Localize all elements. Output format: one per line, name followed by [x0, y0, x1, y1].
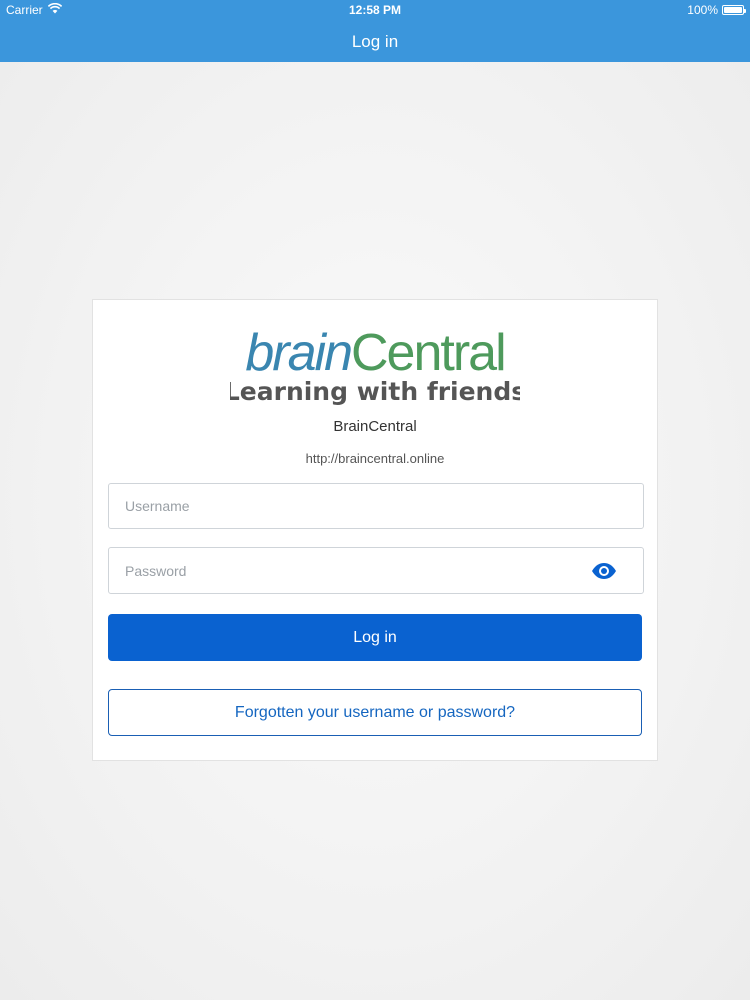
site-url: http://braincentral.online	[305, 451, 445, 466]
nav-bar: Log in	[0, 22, 750, 62]
svg-text:brainCentral: brainCentral	[245, 326, 504, 382]
site-name: BrainCentral	[333, 418, 417, 435]
page-title: Log in	[351, 32, 399, 51]
username-field	[108, 483, 644, 529]
battery-icon	[722, 5, 746, 15]
password-input[interactable]	[109, 548, 643, 593]
login-card: brainCentral Learning with friends Brain…	[92, 299, 658, 761]
status-bar: Carrier 12:58 PM 100%	[0, 0, 750, 22]
forgot-credentials-button[interactable]: Forgotten your username or password?	[108, 689, 642, 736]
eye-icon[interactable]	[591, 562, 617, 580]
battery-percent: 100%	[687, 3, 718, 17]
status-right: 100%	[687, 3, 746, 17]
battery-fill	[724, 7, 742, 13]
password-field	[108, 547, 644, 594]
status-time: 12:58 PM	[348, 3, 402, 17]
login-button[interactable]: Log in	[108, 614, 642, 661]
logo-brain-text: brain	[245, 326, 351, 382]
logo-central-text: Central	[351, 326, 505, 382]
username-input[interactable]	[109, 484, 643, 528]
logo-tagline: Learning with friends	[230, 377, 520, 406]
braincentral-logo: brainCentral Learning with friends	[93, 326, 657, 406]
